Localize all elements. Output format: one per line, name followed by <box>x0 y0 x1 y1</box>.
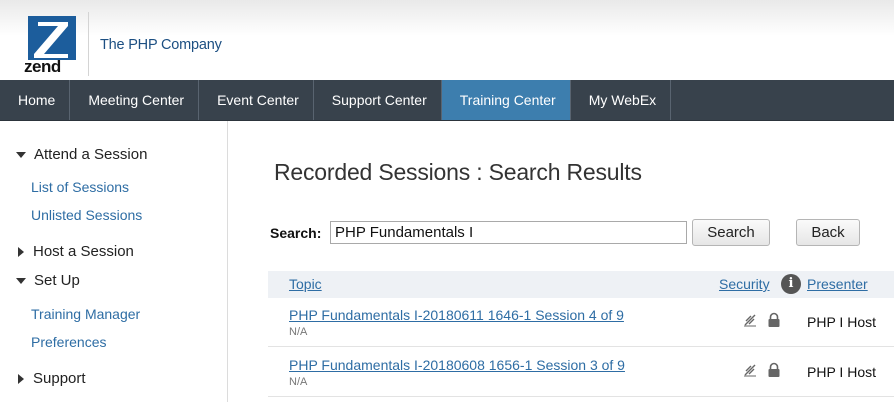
chevron-right-icon <box>18 246 24 257</box>
sidebar-item-training-manager[interactable]: Training Manager <box>31 306 140 322</box>
no-link-icon <box>744 314 756 327</box>
session-subtitle: N/A <box>289 326 308 338</box>
table-row: PHP Fundamentals I-20180608 1656-1 Sessi… <box>268 348 894 397</box>
chevron-down-icon <box>16 277 26 284</box>
tab-event-center[interactable]: Event Center <box>199 80 314 120</box>
sidebar-section-host[interactable]: Host a Session <box>16 243 134 260</box>
info-icon[interactable]: i <box>781 274 801 294</box>
sidebar-section-label: Support <box>33 370 86 387</box>
chevron-right-icon <box>18 373 24 384</box>
session-topic-link[interactable]: PHP Fundamentals I-20180608 1656-1 Sessi… <box>289 357 625 373</box>
tab-training-center[interactable]: Training Center <box>441 80 571 120</box>
chevron-down-icon <box>16 151 26 158</box>
sidebar-item-unlisted-sessions[interactable]: Unlisted Sessions <box>31 207 142 223</box>
sidebar-section-label: Set Up <box>34 272 80 289</box>
sidebar-section-label: Attend a Session <box>34 146 148 163</box>
main-navigation: Home Meeting Center Event Center Support… <box>0 80 894 121</box>
sidebar: Attend a Session List of Sessions Unlist… <box>0 121 228 402</box>
company-tagline: The PHP Company <box>100 37 222 53</box>
search-button[interactable]: Search <box>692 219 770 246</box>
session-topic-link[interactable]: PHP Fundamentals I-20180611 1646-1 Sessi… <box>289 307 624 323</box>
page-title: Recorded Sessions : Search Results <box>274 159 642 185</box>
sidebar-item-preferences[interactable]: Preferences <box>31 334 106 350</box>
table-row: PHP Fundamentals I-20180611 1646-1 Sessi… <box>268 298 894 347</box>
tab-support-center[interactable]: Support Center <box>314 80 442 120</box>
no-link-icon <box>744 364 756 377</box>
sidebar-item-list-of-sessions[interactable]: List of Sessions <box>31 179 129 195</box>
sidebar-section-support[interactable]: Support <box>16 370 86 387</box>
tab-home[interactable]: Home <box>0 80 71 120</box>
session-subtitle: N/A <box>289 376 308 388</box>
sidebar-section-attend[interactable]: Attend a Session <box>16 146 147 163</box>
zend-logo-text: zend <box>24 57 61 76</box>
sidebar-section-setup[interactable]: Set Up <box>16 272 80 289</box>
header: zend The PHP Company <box>0 0 894 80</box>
search-input[interactable] <box>330 221 687 244</box>
zend-logo[interactable]: zend <box>24 16 80 76</box>
lock-icon <box>768 362 780 377</box>
lock-icon <box>768 312 780 327</box>
back-button[interactable]: Back <box>796 219 860 246</box>
tab-my-webex[interactable]: My WebEx <box>571 80 672 120</box>
header-divider <box>88 12 89 76</box>
tab-meeting-center[interactable]: Meeting Center <box>70 80 200 120</box>
search-label: Search: <box>270 225 322 241</box>
session-presenter: PHP I Host <box>807 314 876 330</box>
zend-logo-mark <box>28 16 76 60</box>
session-presenter: PHP I Host <box>807 364 876 380</box>
sidebar-section-label: Host a Session <box>33 243 134 260</box>
column-topic[interactable]: Topic <box>289 276 322 292</box>
results-table-header: Topic Security i Presenter <box>268 271 894 298</box>
column-presenter[interactable]: Presenter <box>807 276 868 292</box>
column-security[interactable]: Security <box>719 276 770 292</box>
